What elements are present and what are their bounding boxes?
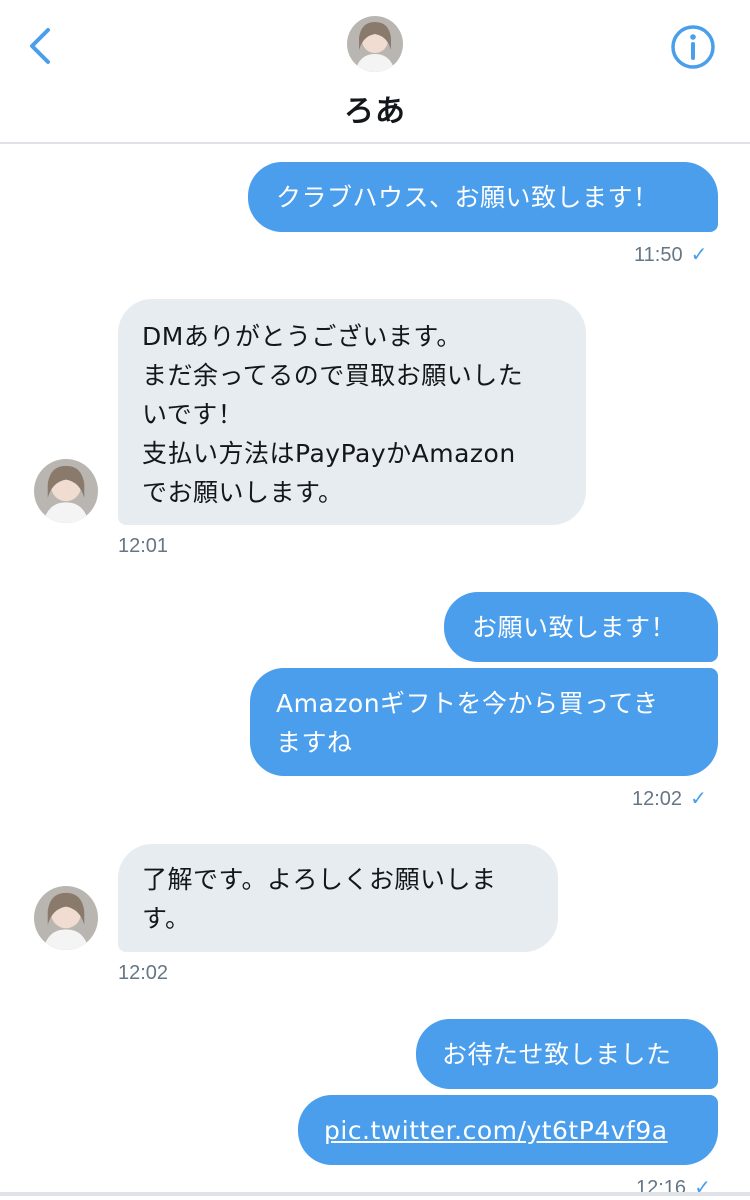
message-line: ますね <box>276 728 353 757</box>
conversation-header: ろあ <box>0 0 750 144</box>
composer-divider <box>0 1192 750 1196</box>
check-icon: ✓ <box>690 244 708 266</box>
contact-avatar[interactable] <box>347 16 403 72</box>
message-timestamp: 12:02 ✓ <box>632 788 707 810</box>
message-bubble-outgoing[interactable]: お願い致します！ <box>444 592 718 662</box>
message-bubble-incoming[interactable]: DMありがとうございます。 まだ余ってるので買取お願いした いです！ 支払い方法… <box>118 299 586 525</box>
message-text: お待たせ致しました <box>442 1040 672 1069</box>
message-bubble-incoming[interactable]: 了解です。よろしくお願いしま す。 <box>118 844 558 952</box>
message-line: いです！ <box>142 400 244 429</box>
message-line: まだ余ってるので買取お願いした <box>142 361 524 390</box>
message-timestamp: 12:16 ✓ <box>636 1177 711 1199</box>
media-link[interactable]: pic.twitter.com/yt6tP4vf9a <box>324 1116 668 1145</box>
info-icon <box>671 25 715 69</box>
message-line: でお願いします。 <box>142 478 344 507</box>
message-text: お願い致します！ <box>472 613 677 642</box>
info-button[interactable] <box>668 22 718 72</box>
message-timestamp: 12:02 <box>118 962 169 984</box>
message-bubble-outgoing[interactable]: Amazonギフトを今から買ってき ますね <box>250 668 718 776</box>
chevron-left-icon <box>30 28 50 64</box>
message-line: DMありがとうございます。 <box>142 322 462 351</box>
conversation-title: ろあ <box>344 94 406 129</box>
message-bubble-outgoing[interactable]: お待たせ致しました <box>416 1019 718 1089</box>
message-line: 支払い方法はPayPayかAmazon <box>142 439 516 468</box>
message-timestamp: 11:50 ✓ <box>634 244 708 266</box>
sender-avatar[interactable] <box>34 886 98 950</box>
message-text: クラブハウス、お願い致します！ <box>276 183 659 212</box>
message-timestamp: 12:01 <box>118 535 169 557</box>
check-icon: ✓ <box>690 788 707 810</box>
sender-avatar[interactable] <box>34 459 98 523</box>
message-bubble-outgoing[interactable]: クラブハウス、お願い致します！ <box>248 162 718 232</box>
message-bubble-outgoing[interactable]: pic.twitter.com/yt6tP4vf9a <box>298 1095 718 1165</box>
message-line: 了解です。よろしくお願いしま <box>142 865 497 894</box>
back-button[interactable] <box>22 24 62 68</box>
message-line: す。 <box>142 904 191 933</box>
message-line: Amazonギフトを今から買ってき <box>276 689 659 718</box>
